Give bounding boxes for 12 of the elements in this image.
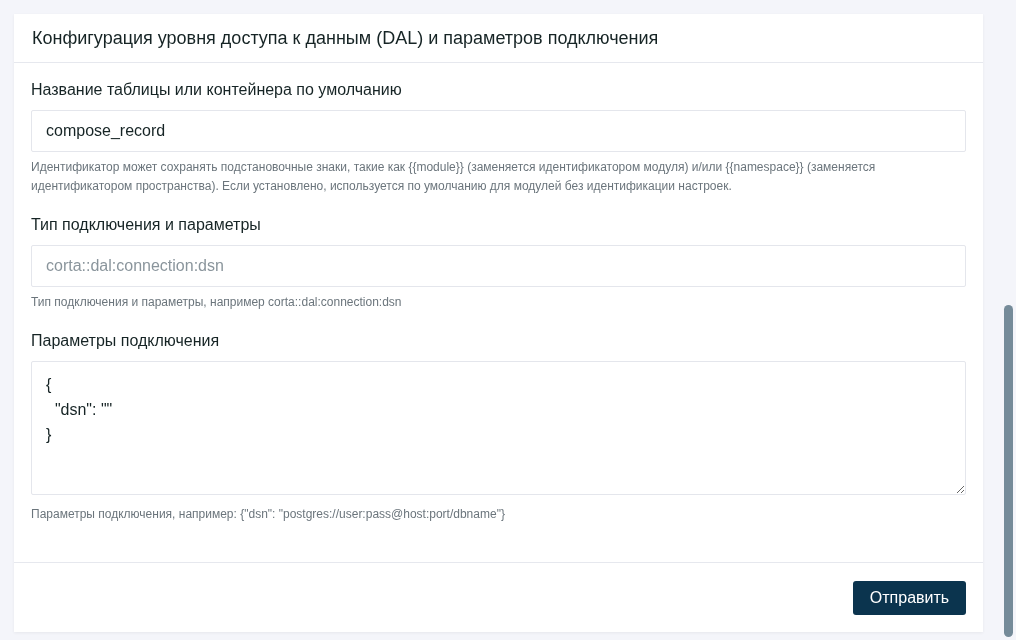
- field-label: Параметры подключения: [31, 332, 221, 350]
- field-label: Тип подключения и параметры: [31, 216, 262, 234]
- hint-text: Тип подключения и параметры, например corta::dal:connection:dsn: [31, 294, 403, 311]
- hint-text: Параметры подключения, например: {"dsn": "postgres://user:pass@host:port/dbname"}: [31, 506, 506, 523]
- input-field[interactable]: compose_record: [31, 110, 966, 152]
- input-field[interactable]: corta::dal:connection:dsn: [31, 245, 966, 287]
- field-label: Название таблицы или контейнера по умолчанию: [31, 81, 403, 99]
- submit-button[interactable]: Отправить: [853, 581, 966, 615]
- card-title: Конфигурация уровня доступа к данным (DAL) и параметров подключения: [32, 27, 659, 49]
- scrollbar[interactable]: [1004, 305, 1013, 637]
- hint-text: Идентификатор может сохранять подстановочные знаки, такие как {{module}} (заменяется идентификатором модуля) и/или {{namespace}} (заменяется идентификатором пространства). Если установлено, используется по умолчанию для модулей без идентификации настроек.: [31, 159, 877, 195]
- json-textarea[interactable]: { "dsn": "" }: [31, 361, 966, 495]
